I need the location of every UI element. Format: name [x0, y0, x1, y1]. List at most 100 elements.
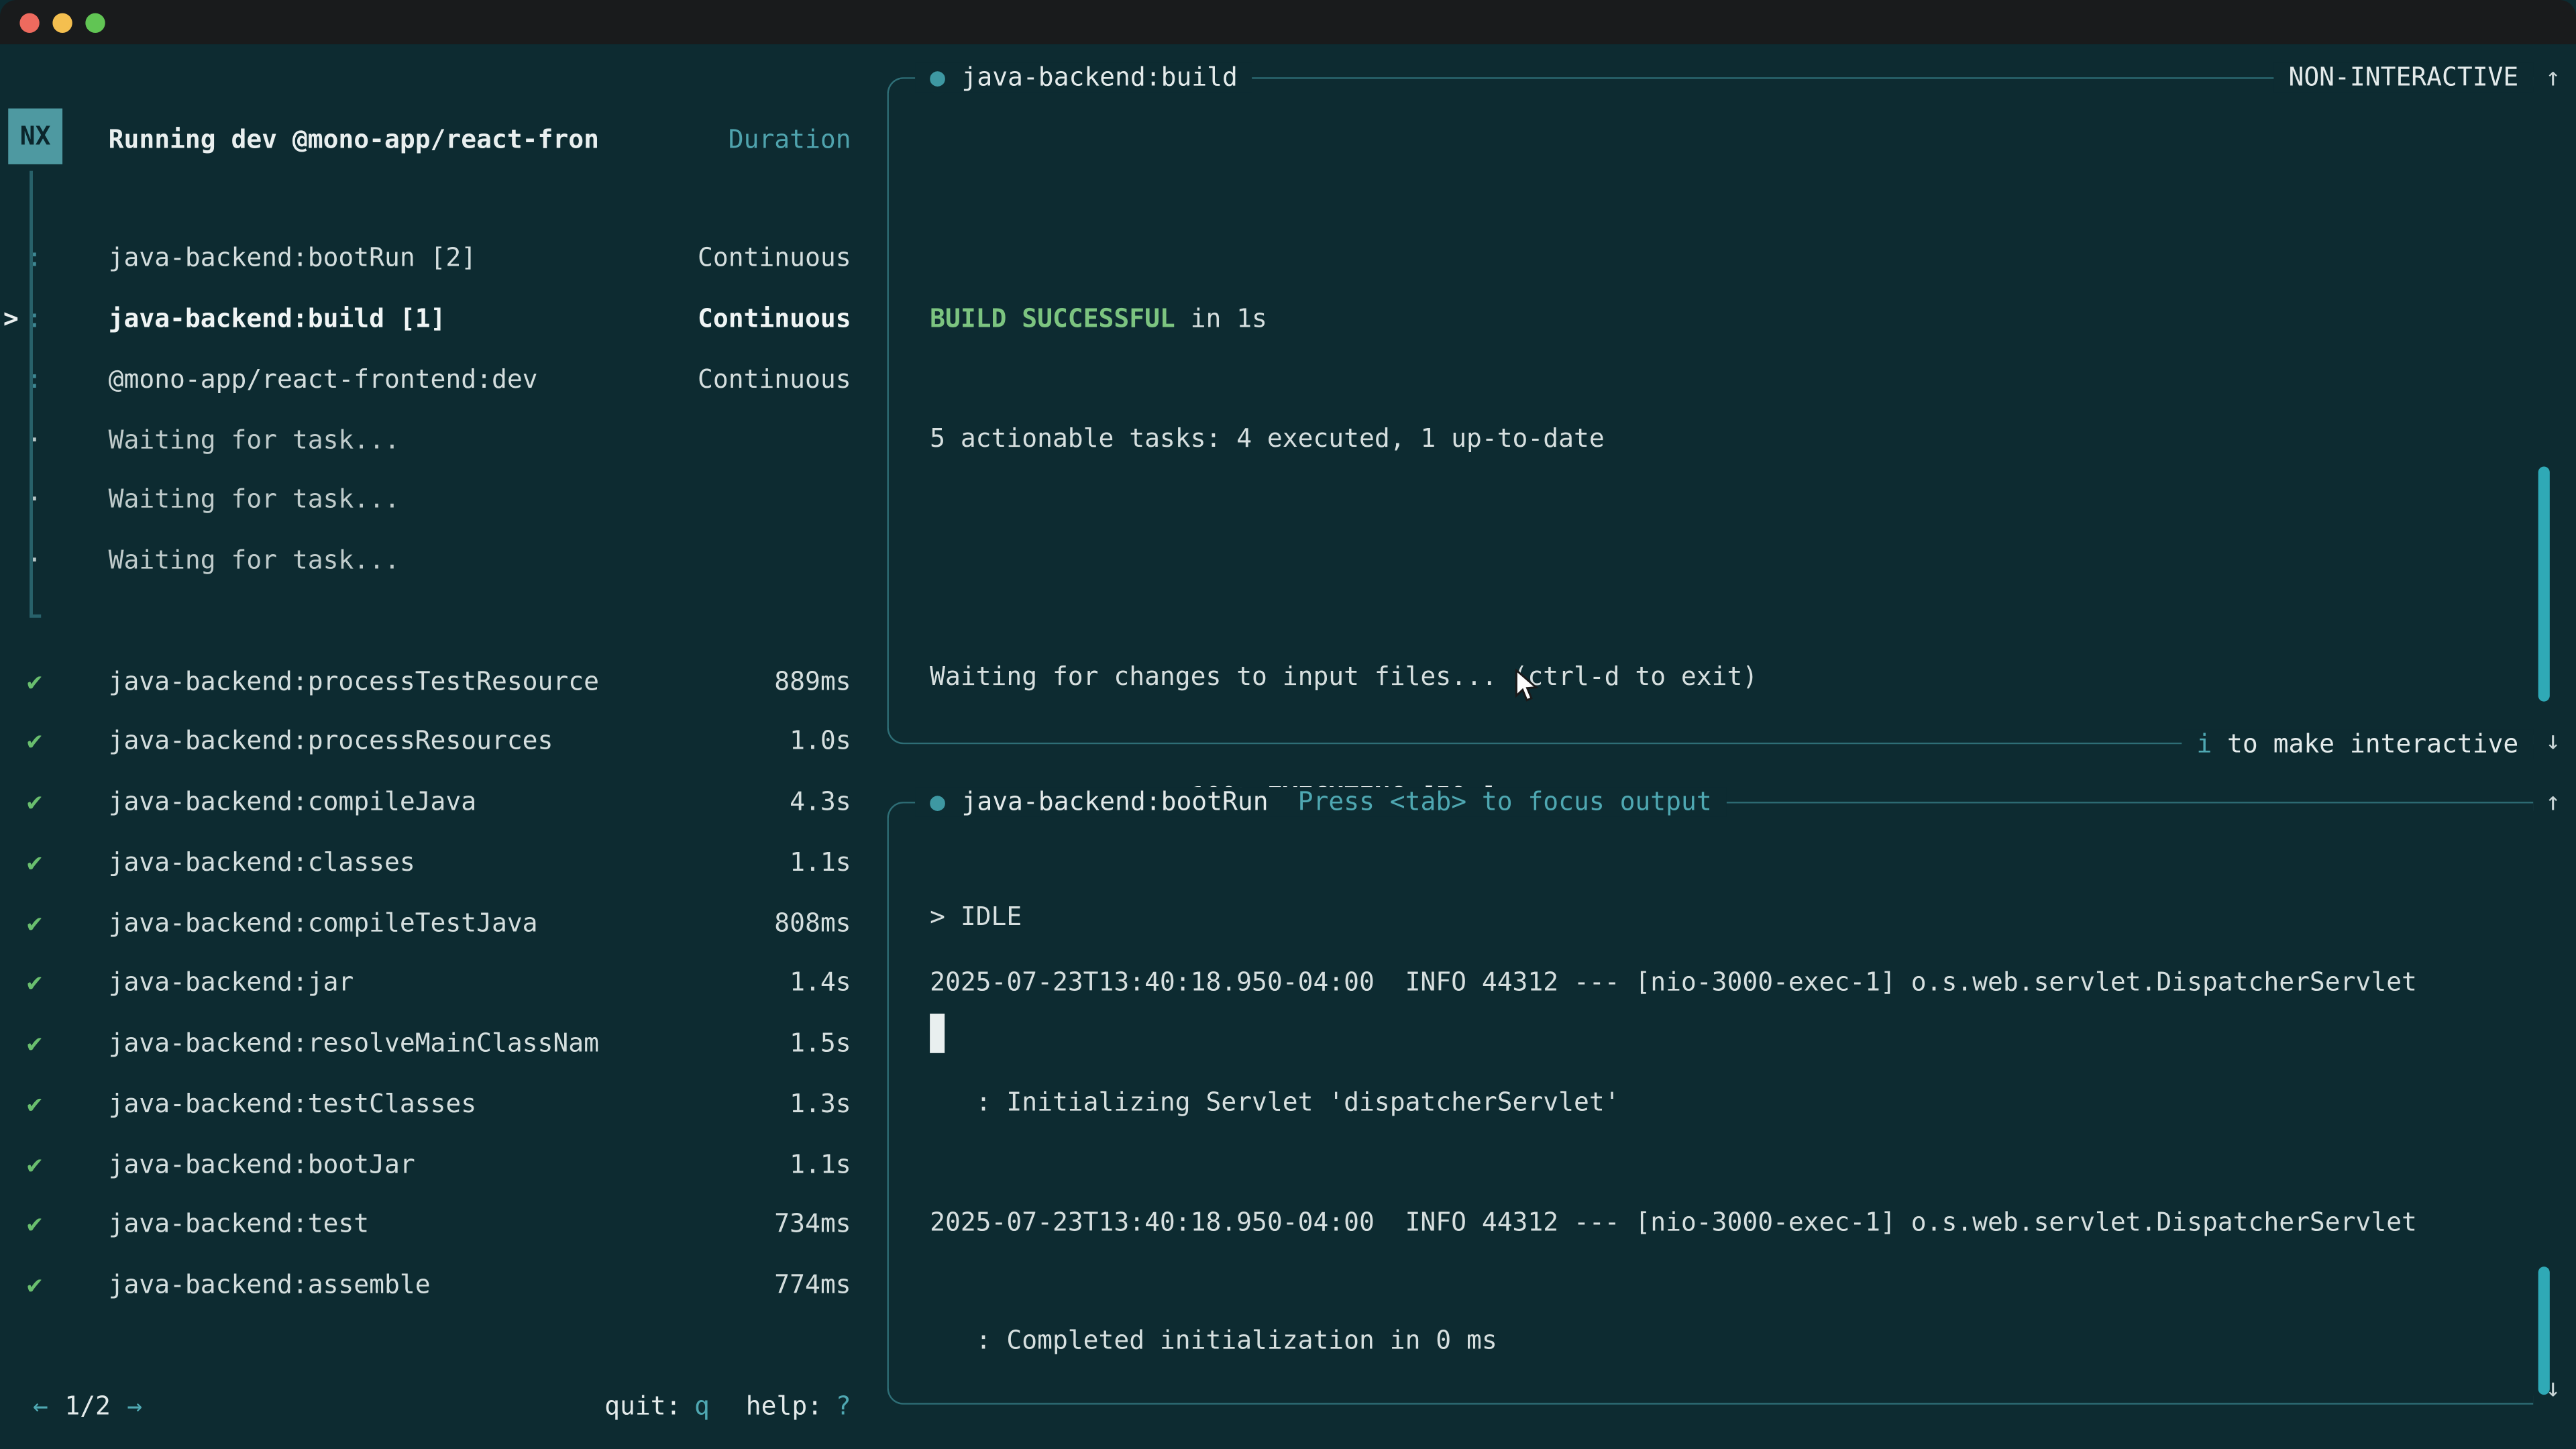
task-row-done[interactable]: ✔ java-backend:processResources 1.0s	[0, 711, 871, 771]
check-icon: ✔	[21, 1028, 48, 1058]
task-name: java-backend:assemble	[109, 1270, 431, 1299]
progress-bar: ══════════	[976, 1446, 1130, 1449]
keyboard-hints: quit: q help: ?	[604, 1391, 871, 1420]
check-icon: ✔	[21, 727, 48, 756]
pending-dot-icon: ·	[21, 425, 48, 454]
run-command-title: Running dev @mono-app/react-fron	[109, 124, 599, 154]
interactive-key: i	[2196, 729, 2212, 759]
tasks-summary-line: 5 actionable tasks: 4 executed, 1 up-to-…	[930, 409, 2517, 469]
check-icon: ✔	[21, 968, 48, 998]
task-row[interactable]: : @mono-app/react-frontend:dev Continuou…	[0, 349, 871, 409]
task-row-done[interactable]: ✔ java-backend:bootJar 1.1s	[0, 1134, 871, 1194]
task-name: java-backend:test	[109, 1210, 370, 1239]
build-pane-header: ● java-backend:build NON-INTERACTIVE	[915, 47, 2533, 108]
task-duration: 1.0s	[790, 727, 871, 756]
task-row-done[interactable]: ✔ java-backend:jar 1.4s	[0, 953, 871, 1013]
task-list: : java-backend:bootRun [2] Continuous > …	[0, 228, 871, 1315]
task-duration: 1.5s	[790, 1028, 871, 1058]
task-row-done[interactable]: ✔ java-backend:resolveMainClassNam 1.5s	[0, 1013, 871, 1073]
build-output-pane[interactable]: ● java-backend:build NON-INTERACTIVE BUI…	[887, 77, 2533, 744]
quit-hint-label: quit:	[604, 1391, 681, 1420]
sidebar-header: Running dev @mono-app/react-fron Duratio…	[0, 109, 871, 170]
scroll-down-icon: ↓	[2536, 711, 2569, 772]
check-icon: ✔	[21, 847, 48, 877]
check-icon: ✔	[21, 1270, 48, 1299]
task-row[interactable]: : java-backend:bootRun [2] Continuous	[0, 228, 871, 288]
sidebar-footer: ← 1/2 → quit: q help: ?	[0, 1375, 871, 1436]
bootrun-output-pane[interactable]: ● java-backend:bootRun Press <tab> to fo…	[887, 802, 2533, 1405]
nx-tui: NX Running dev @mono-app/react-fron Dura…	[0, 44, 2576, 1449]
log-line: 2025-07-23T13:40:18.950-04:00 INFO 44312…	[930, 1192, 2517, 1252]
task-duration: 1.1s	[790, 847, 871, 877]
task-row-waiting[interactable]: · Waiting for task...	[0, 470, 871, 530]
task-row-waiting[interactable]: · Waiting for task...	[0, 530, 871, 590]
zoom-button[interactable]	[85, 12, 105, 32]
running-dot-icon: ●	[930, 62, 945, 92]
task-row-done[interactable]: ✔ java-backend:classes 1.1s	[0, 832, 871, 892]
log-line: 2025-07-23T13:40:18.950-04:00 INFO 44312…	[930, 953, 2517, 1013]
check-icon: ✔	[21, 1149, 48, 1179]
duration-column-header: Duration	[729, 124, 871, 154]
non-interactive-badge: NON-INTERACTIVE	[2288, 62, 2518, 92]
minimize-button[interactable]	[52, 12, 72, 32]
terminal-window: NX Running dev @mono-app/react-fron Dura…	[0, 0, 2576, 1449]
check-icon: ✔	[21, 787, 48, 816]
task-row-done[interactable]: ✔ java-backend:processTestResource 889ms	[0, 651, 871, 711]
progress-dashes: --->	[1129, 1446, 1190, 1449]
pending-dot-icon: ·	[21, 485, 48, 515]
task-name: java-backend:testClasses	[109, 1089, 476, 1118]
task-name: Waiting for task...	[109, 485, 400, 515]
bootrun-pane-scrollbar[interactable]	[2538, 1267, 2550, 1395]
interactive-hint: to make interactive	[2212, 729, 2518, 759]
task-duration: Continuous	[698, 304, 871, 333]
build-pane-scrollbar[interactable]	[2538, 467, 2550, 702]
task-duration: 774ms	[774, 1270, 871, 1299]
page-indicator: 1/2	[64, 1391, 111, 1420]
task-row-done[interactable]: ✔ java-backend:testClasses 1.3s	[0, 1073, 871, 1134]
waiting-for-changes-line: Waiting for changes to input files... (c…	[930, 648, 2517, 708]
build-pane-title: java-backend:build	[961, 62, 1237, 92]
task-spinner-icon: :	[21, 304, 48, 333]
titlebar	[0, 0, 2576, 44]
progress-open: <<<	[930, 1446, 976, 1449]
task-row-done[interactable]: ✔ java-backend:test 734ms	[0, 1194, 871, 1254]
task-duration: Continuous	[698, 364, 871, 394]
bootrun-pane-header: ● java-backend:bootRun Press <tab> to fo…	[915, 771, 2533, 833]
focus-output-hint: Press <tab> to focus output	[1298, 787, 1712, 816]
progress-label: 80% EXECUTING [59s]	[1191, 1446, 1497, 1449]
task-duration: 4.3s	[790, 787, 871, 816]
task-row-selected[interactable]: > : java-backend:build [1] Continuous	[0, 288, 871, 349]
task-name: Waiting for task...	[109, 425, 400, 454]
task-row-done[interactable]: ✔ java-backend:compileTestJava 808ms	[0, 892, 871, 953]
check-icon: ✔	[21, 1210, 48, 1239]
task-name: java-backend:jar	[109, 968, 354, 998]
page-prev-arrow-icon[interactable]: ←	[33, 1391, 48, 1420]
build-pane-footer: i to make interactive	[2182, 714, 2533, 775]
page-next-arrow-icon[interactable]: →	[127, 1391, 142, 1420]
task-name: java-backend:processTestResource	[109, 666, 599, 696]
task-name: Waiting for task...	[109, 545, 400, 575]
check-icon: ✔	[21, 666, 48, 696]
pending-dot-icon: ·	[21, 545, 48, 575]
task-name: java-backend:classes	[109, 847, 415, 877]
scroll-up-icon: ↑	[2536, 772, 2569, 833]
task-duration: 808ms	[774, 908, 871, 937]
running-dot-icon: ●	[930, 787, 945, 816]
log-line: : Completed initialization in 0 ms	[930, 1311, 2517, 1372]
build-status: BUILD SUCCESSFUL	[930, 304, 1175, 333]
task-duration: 1.3s	[790, 1089, 871, 1118]
task-row-waiting[interactable]: · Waiting for task...	[0, 409, 871, 470]
task-duration: 734ms	[774, 1210, 871, 1239]
quit-key: q	[694, 1391, 710, 1420]
task-duration: 889ms	[774, 666, 871, 696]
task-name: java-backend:bootJar	[109, 1149, 415, 1179]
check-icon: ✔	[21, 908, 48, 937]
close-button[interactable]	[19, 12, 39, 32]
task-row-done[interactable]: ✔ java-backend:assemble 774ms	[0, 1254, 871, 1315]
task-row-done[interactable]: ✔ java-backend:compileJava 4.3s	[0, 771, 871, 832]
log-line: : Initializing Servlet 'dispatcherServle…	[930, 1073, 2517, 1133]
pagination: ← 1/2 →	[33, 1391, 142, 1420]
selected-marker-icon: >	[3, 304, 19, 333]
build-status-time: in 1s	[1175, 304, 1267, 333]
bootrun-log: 2025-07-23T13:40:18.950-04:00 INFO 44312…	[930, 894, 2517, 1449]
